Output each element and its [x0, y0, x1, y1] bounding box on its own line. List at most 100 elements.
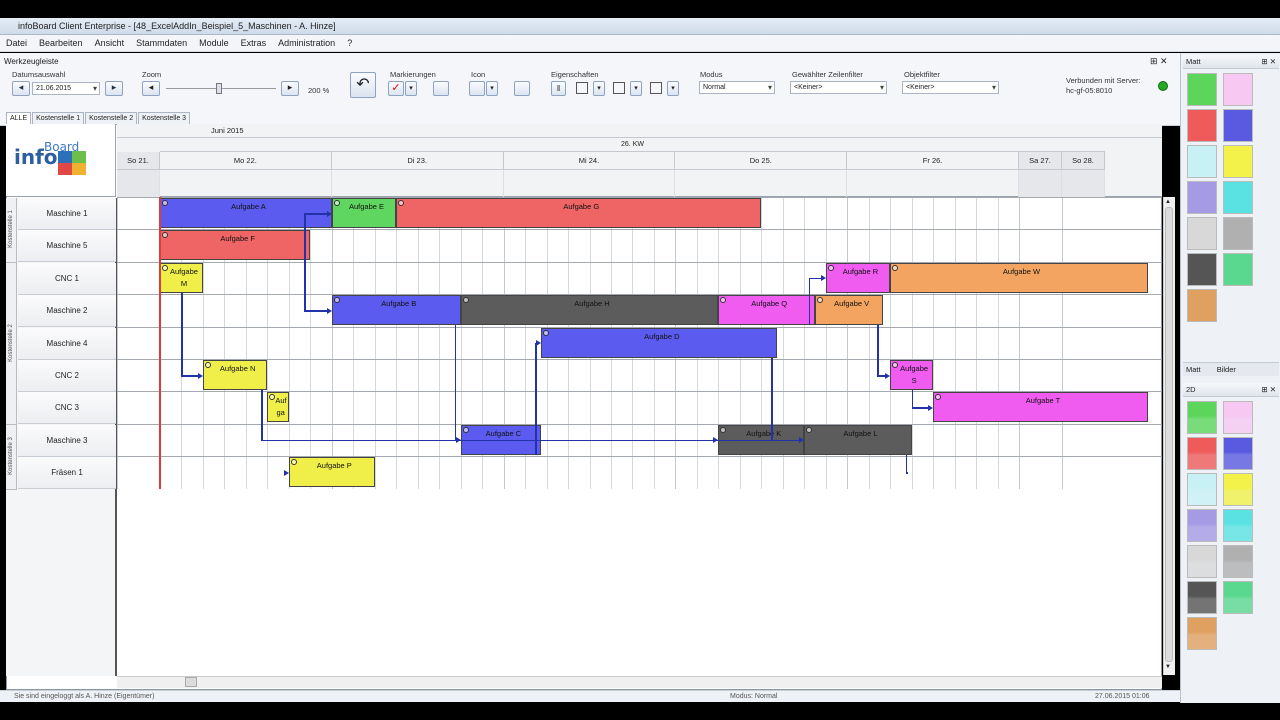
- group-label: Kostenstelle 2: [8, 323, 14, 362]
- rowfilter-select[interactable]: <Keiner>: [790, 81, 887, 94]
- icon-picker-button[interactable]: [469, 81, 485, 96]
- date-picker[interactable]: 21.06.2015: [32, 82, 100, 95]
- objfilter-select[interactable]: <Keiner>: [902, 81, 999, 94]
- task-bar[interactable]: Aufgabe T: [933, 392, 1148, 423]
- task-label: Aufgabe N: [219, 364, 256, 373]
- tab-filter[interactable]: Kostenstelle 2: [85, 112, 138, 124]
- tab-filter[interactable]: Kostenstelle 3: [138, 112, 191, 124]
- color-swatch-2d[interactable]: [1187, 617, 1217, 650]
- color-swatch[interactable]: [1187, 109, 1217, 142]
- undo-icon[interactable]: ↶: [350, 72, 376, 98]
- task-bar[interactable]: Aufgabe D: [541, 327, 778, 358]
- hour-gridline: [997, 197, 999, 489]
- task-bar[interactable]: Aufgabe Q: [718, 295, 815, 326]
- zoom-slider-thumb[interactable]: [216, 83, 222, 94]
- color-swatch-2d[interactable]: [1187, 401, 1217, 434]
- color-swatch[interactable]: [1187, 145, 1217, 178]
- date-prev-button[interactable]: ◂: [12, 81, 30, 96]
- status-mode: Modus: Normal: [730, 693, 778, 700]
- horizontal-scrollbar[interactable]: [117, 676, 1162, 688]
- icon-option-button[interactable]: [514, 81, 530, 96]
- row-label: Maschine 4: [18, 327, 116, 360]
- task-bar[interactable]: Aufgabe E: [331, 198, 397, 228]
- checkmark-icon[interactable]: ✓: [388, 81, 404, 96]
- status-login: Sie sind eingeloggt als A. Hinze (Eigent…: [14, 693, 155, 700]
- color-swatch[interactable]: [1187, 289, 1217, 322]
- tab-filter[interactable]: Kostenstelle 1: [32, 112, 85, 124]
- dependency-line: [261, 390, 263, 440]
- date-next-button[interactable]: ▸: [105, 81, 123, 96]
- zoom-out-button[interactable]: ◂: [142, 81, 160, 96]
- day-subheader: [504, 170, 676, 197]
- color-swatch[interactable]: [1223, 73, 1253, 106]
- menu-item[interactable]: Bearbeiten: [33, 35, 89, 51]
- pin-icon[interactable]: ⊞ ✕: [1150, 56, 1168, 67]
- color-swatch[interactable]: [1223, 109, 1253, 142]
- color-swatch[interactable]: [1187, 253, 1217, 286]
- task-bar[interactable]: Aufgabe H: [460, 295, 719, 326]
- task-bar[interactable]: Aufgabe B: [331, 295, 461, 326]
- red-color-swatch[interactable]: [576, 82, 588, 94]
- menu-item[interactable]: Module: [193, 35, 235, 51]
- task-bar[interactable]: Aufgabe V: [814, 295, 884, 326]
- menu-item[interactable]: Administration: [272, 35, 341, 51]
- vertical-scroll-thumb[interactable]: [1165, 207, 1173, 662]
- zoom-in-button[interactable]: ▸: [281, 81, 299, 96]
- color-swatch[interactable]: [1187, 217, 1217, 250]
- dependency-line: [304, 213, 328, 215]
- markers-dropdown-button[interactable]: ▾: [405, 81, 417, 96]
- color-swatch-2d[interactable]: [1223, 401, 1253, 434]
- color-swatch-2d[interactable]: [1223, 545, 1253, 578]
- scroll-down-icon[interactable]: ▼: [1165, 664, 1171, 670]
- task-bar[interactable]: Aufgabe W: [890, 262, 1148, 293]
- menu-item[interactable]: Extras: [235, 35, 273, 51]
- color-swatch-2d[interactable]: [1187, 473, 1217, 506]
- row-label: Maschine 1: [18, 198, 116, 230]
- color-swatch-2d[interactable]: [1223, 509, 1253, 542]
- color-swatch-2d[interactable]: [1187, 545, 1217, 578]
- icon-dropdown-button[interactable]: ▾: [486, 81, 498, 96]
- color-swatch[interactable]: [1223, 181, 1253, 214]
- color-swatch[interactable]: [1223, 217, 1253, 250]
- task-bar[interactable]: Aufgabe S: [890, 360, 934, 390]
- task-bar[interactable]: Aufgabe G: [396, 198, 762, 228]
- color-swatch-2d[interactable]: [1187, 581, 1217, 614]
- red-color-dropdown[interactable]: ▾: [593, 81, 605, 96]
- color-swatch-2d[interactable]: [1223, 437, 1253, 470]
- task-bar[interactable]: Aufgabe R: [825, 262, 891, 293]
- border-style-icon[interactable]: ‖: [551, 81, 566, 96]
- color-swatch[interactable]: [1187, 181, 1217, 214]
- tab-filter[interactable]: ALLE: [6, 112, 32, 124]
- color-swatch[interactable]: [1223, 145, 1253, 178]
- mode-select[interactable]: Normal: [699, 81, 775, 94]
- infoboard-logo-icon: info Board: [14, 140, 86, 175]
- color-swatch-2d[interactable]: [1223, 473, 1253, 506]
- color-swatch[interactable]: [1223, 253, 1253, 286]
- menu-item[interactable]: Stammdaten: [130, 35, 193, 51]
- task-bar[interactable]: Aufgabe N: [202, 360, 268, 390]
- menu-item[interactable]: Ansicht: [89, 35, 131, 51]
- horizontal-scroll-thumb[interactable]: [185, 677, 197, 687]
- color-swatch[interactable]: [1187, 73, 1217, 106]
- tab-matt[interactable]: Matt: [1183, 365, 1201, 374]
- color-swatch-2d[interactable]: [1223, 581, 1253, 614]
- blue-color-swatch[interactable]: [613, 82, 625, 94]
- task-label: Aufgabe C: [485, 428, 522, 438]
- tab-bilder[interactable]: Bilder: [1217, 365, 1236, 374]
- green-color-dropdown[interactable]: ▾: [667, 81, 679, 96]
- task-bar[interactable]: Aufgabe L: [804, 424, 912, 455]
- green-color-swatch[interactable]: [650, 82, 662, 94]
- task-bar[interactable]: Auf ga be L: [267, 392, 289, 423]
- menu-item[interactable]: Datei: [0, 35, 33, 51]
- task-bar[interactable]: Aufgabe F: [160, 230, 311, 261]
- marker-option-button[interactable]: [433, 81, 449, 96]
- scroll-up-icon[interactable]: ▲: [1165, 199, 1171, 205]
- color-swatch-2d[interactable]: [1187, 509, 1217, 542]
- task-bar[interactable]: Aufgabe P: [288, 457, 375, 488]
- svg-text:Board: Board: [44, 140, 79, 154]
- row-label: Maschine 2: [18, 295, 116, 328]
- menu-item[interactable]: ?: [341, 35, 358, 51]
- task-bar[interactable]: Aufgabe M: [160, 262, 203, 293]
- blue-color-dropdown[interactable]: ▾: [630, 81, 642, 96]
- color-swatch-2d[interactable]: [1187, 437, 1217, 470]
